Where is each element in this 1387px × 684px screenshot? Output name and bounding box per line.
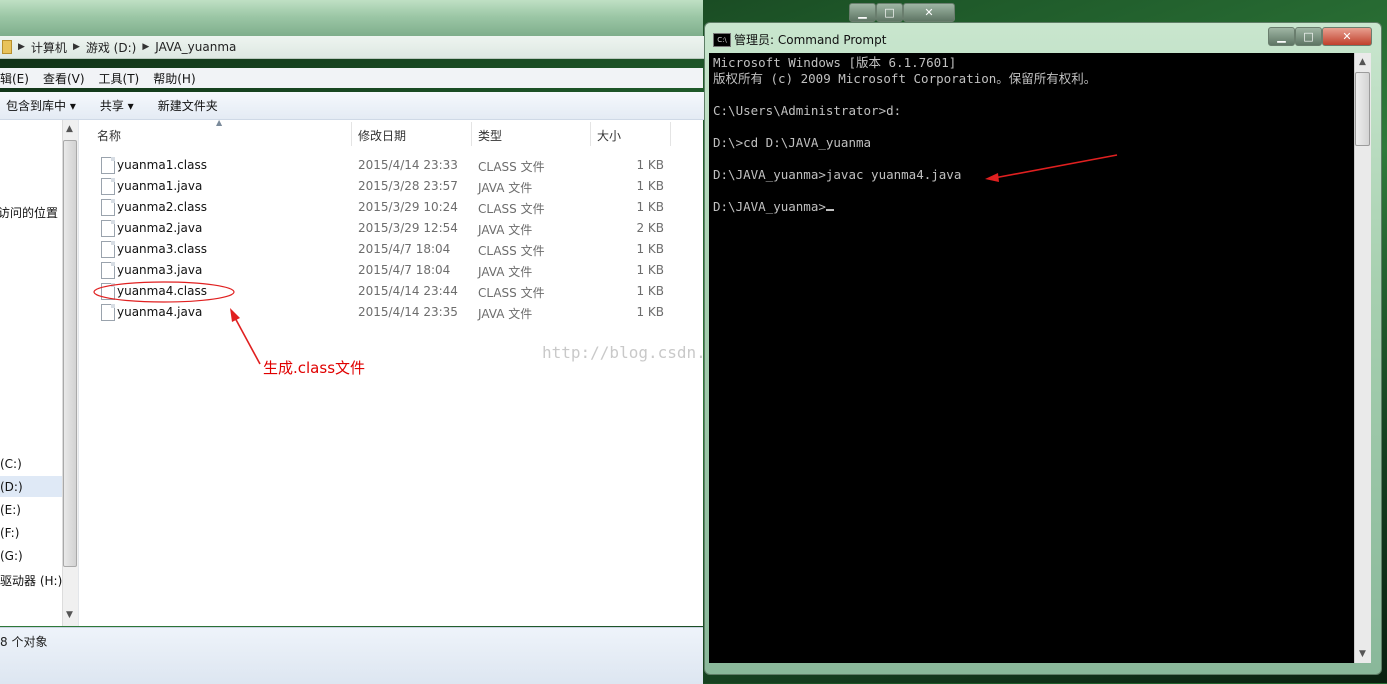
cmd-prompt-line: D:\JAVA_yuanma> — [713, 199, 826, 214]
scroll-up-icon[interactable]: ▲ — [1359, 57, 1366, 67]
cmd-line: C:\Users\Administrator>d: — [713, 103, 902, 118]
cmd-window-controls: ▁ □ ✕ — [1268, 24, 1372, 46]
maximize-button[interactable]: □ — [1295, 27, 1322, 46]
cmd-output: Microsoft Windows [版本 6.1.7601] 版权所有 (c)… — [713, 55, 1096, 215]
cmd-annotation-overlay — [985, 154, 1118, 182]
close-button[interactable]: ✕ — [1322, 27, 1372, 46]
cmd-app-icon: C:\ — [713, 33, 731, 47]
cmd-line: 版权所有 (c) 2009 Microsoft Corporation。保留所有… — [713, 71, 1097, 86]
cmd-line: D:\>cd D:\JAVA_yuanma — [713, 135, 872, 150]
annotation-arrow-line — [233, 315, 261, 365]
cmd-console[interactable]: Microsoft Windows [版本 6.1.7601] 版权所有 (c)… — [709, 53, 1354, 663]
minimize-button[interactable]: ▁ — [1268, 27, 1295, 46]
text-cursor — [825, 209, 834, 211]
cmd-annotation-arrowhead — [985, 173, 999, 182]
cmd-line: Microsoft Windows [版本 6.1.7601] — [713, 55, 957, 70]
cmd-annotation-arrow-line — [993, 154, 1118, 179]
annotation-label: 生成.class文件 — [263, 359, 366, 377]
cmd-line: D:\JAVA_yuanma>javac yuanma4.java — [713, 167, 962, 182]
cmd-window-title: 管理员: Command Prompt — [734, 33, 887, 47]
scroll-down-icon[interactable]: ▼ — [1359, 649, 1366, 659]
highlight-ellipse — [93, 281, 235, 303]
cmd-scroll-thumb[interactable] — [1355, 72, 1370, 146]
annotation-arrowhead — [230, 308, 240, 322]
